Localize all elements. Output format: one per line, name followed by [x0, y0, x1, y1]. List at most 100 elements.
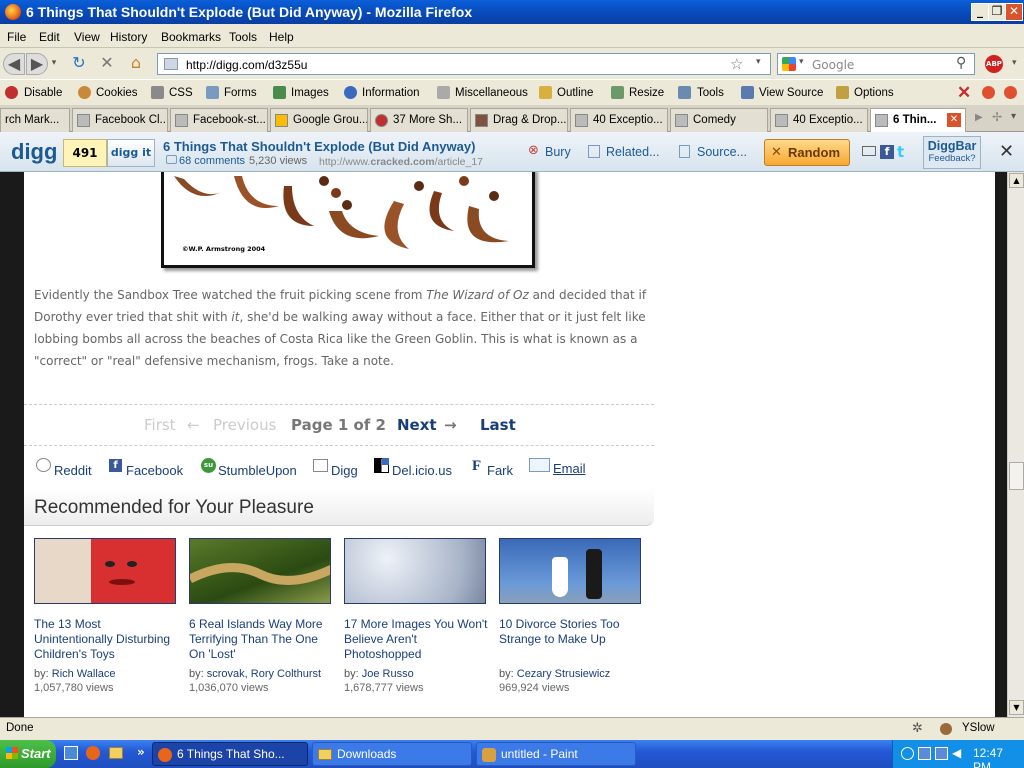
email-icon[interactable]	[529, 458, 550, 472]
recommended-title-4[interactable]: 10 Divorce Stories Too Strange to Make U…	[499, 617, 644, 647]
tab-1[interactable]: rch Mark...	[0, 108, 70, 132]
comments-link[interactable]: 68 comments	[179, 155, 245, 167]
recommended-thumb-3[interactable]	[344, 538, 486, 604]
recommended-thumb-4[interactable]	[499, 538, 641, 604]
dev-resize[interactable]: Resize	[629, 87, 664, 99]
dev-view-source[interactable]: View Source	[759, 87, 823, 99]
share-reddit[interactable]: Reddit	[54, 463, 92, 478]
taskbar-item-paint[interactable]: untitled - Paint	[476, 742, 636, 766]
tray-display-icon[interactable]	[935, 747, 948, 760]
dev-miscellaneous[interactable]: Miscellaneous	[455, 87, 528, 99]
stumbleupon-icon[interactable]: su	[201, 458, 216, 473]
tab-8[interactable]: Comedy	[670, 108, 768, 132]
forward-button[interactable]: ▶	[26, 53, 48, 75]
facebook-icon[interactable]: f	[109, 459, 122, 472]
menu-edit[interactable]: Edit	[39, 30, 60, 44]
story-title[interactable]: 6 Things That Shouldn't Explode (But Did…	[163, 139, 475, 154]
pager-next[interactable]: Next	[397, 416, 437, 434]
tray-clock-icon[interactable]	[901, 747, 914, 760]
tab-3[interactable]: Facebook-st...	[170, 108, 268, 132]
menu-view[interactable]: View	[74, 30, 100, 44]
quicklaunch-ie-icon[interactable]	[64, 746, 78, 760]
quicklaunch-overflow-icon[interactable]: »	[137, 745, 145, 759]
digg-icon[interactable]	[313, 459, 328, 472]
tab-2[interactable]: Facebook Cl...	[72, 108, 168, 132]
scroll-down-icon[interactable]: ▼	[1009, 700, 1024, 715]
recommended-thumb-1[interactable]	[34, 538, 176, 604]
menu-file[interactable]: File	[7, 30, 26, 44]
home-icon[interactable]: ⌂	[125, 53, 147, 75]
share-delicious[interactable]: Del.icio.us	[392, 463, 452, 478]
error-icon[interactable]	[982, 86, 995, 99]
minimize-button[interactable]: _	[971, 3, 989, 21]
history-dropdown[interactable]: ▾	[48, 53, 60, 75]
facebook-share-icon[interactable]: f	[880, 145, 894, 159]
dev-information[interactable]: Information	[362, 87, 420, 99]
tray-network-icon[interactable]	[918, 747, 931, 760]
dev-options[interactable]: Options	[854, 87, 894, 99]
dev-disable[interactable]: Disable	[24, 87, 62, 99]
dev-css[interactable]: CSS	[169, 87, 193, 99]
address-bar[interactable]: http://digg.com/d3z55u ☆ ▾	[157, 53, 771, 75]
yslow-icon[interactable]	[940, 723, 952, 735]
taskbar-item-downloads[interactable]: Downloads	[312, 742, 472, 766]
dev-outline[interactable]: Outline	[557, 87, 593, 99]
yslow-label[interactable]: YSlow	[962, 722, 995, 734]
close-diggbar-icon[interactable]: ✕	[999, 141, 1014, 162]
diggbar-feedback[interactable]: DiggBar Feedback?	[923, 136, 981, 169]
scroll-up-icon[interactable]: ▲	[1009, 173, 1024, 188]
tab-6[interactable]: Drag & Drop...	[470, 108, 568, 132]
related-button[interactable]: Related...	[606, 145, 660, 159]
menu-bookmarks[interactable]: Bookmarks	[161, 30, 221, 44]
tab-9[interactable]: 40 Exceptio...	[770, 108, 868, 132]
vertical-scrollbar[interactable]: ▲ ▼	[1007, 172, 1024, 717]
url-dropdown-icon[interactable]: ▾	[756, 57, 761, 67]
stop-icon[interactable]: ✕	[96, 53, 118, 75]
recommended-title-3[interactable]: 17 More Images You Won't Believe Aren't …	[344, 617, 489, 662]
restore-button[interactable]: ❐	[988, 3, 1006, 21]
reddit-icon[interactable]	[36, 458, 51, 472]
search-icon[interactable]: ⚲	[956, 55, 966, 71]
scroll-thumb[interactable]	[1009, 462, 1024, 490]
adblock-icon[interactable]: ABP	[985, 55, 1003, 73]
search-box[interactable]: ▾ Google ⚲	[777, 53, 975, 75]
fark-icon[interactable]: F	[472, 458, 481, 475]
new-tab-icon[interactable]: ✢	[992, 110, 1002, 124]
tab-5[interactable]: 37 More Sh...	[370, 108, 468, 132]
adblock-dropdown-icon[interactable]: ▾	[1012, 58, 1017, 68]
source-button[interactable]: Source...	[697, 145, 747, 159]
dev-cookies[interactable]: Cookies	[96, 87, 138, 99]
recommended-thumb-2[interactable]	[189, 538, 331, 604]
random-button[interactable]: ✕ Random	[764, 139, 850, 166]
digg-logo[interactable]: digg	[11, 139, 57, 165]
menu-help[interactable]: Help	[269, 30, 294, 44]
tab-active[interactable]: 6 Thin... ✕	[870, 108, 966, 132]
dev-tools[interactable]: Tools	[697, 87, 724, 99]
digg-it-button[interactable]: digg it	[107, 139, 155, 167]
search-engine-dropdown-icon[interactable]: ▾	[799, 57, 804, 67]
bury-button[interactable]: Bury	[545, 145, 571, 159]
reload-icon[interactable]: ↻	[68, 53, 90, 75]
tab-list-icon[interactable]: ▾	[1011, 111, 1016, 122]
bookmark-star-icon[interactable]: ☆	[730, 55, 743, 73]
source-url[interactable]: http://www.cracked.com/article_17	[319, 156, 499, 168]
tab-4[interactable]: Google Grou...	[270, 108, 368, 132]
menu-tools[interactable]: Tools	[229, 30, 257, 44]
close-tab-icon[interactable]: ✕	[947, 113, 961, 127]
dev-images[interactable]: Images	[291, 87, 329, 99]
share-email[interactable]: Email	[553, 461, 586, 476]
recommended-title-1[interactable]: The 13 Most Unintentionally Disturbing C…	[34, 617, 179, 662]
share-stumbleupon[interactable]: StumbleUpon	[218, 463, 297, 478]
google-icon[interactable]	[782, 57, 796, 71]
warning-icon[interactable]	[1004, 86, 1017, 99]
tray-volume-icon[interactable]: ◀	[952, 746, 961, 760]
dev-forms[interactable]: Forms	[224, 87, 257, 99]
close-toolbar-icon[interactable]: ✕	[957, 83, 971, 103]
recommended-title-2[interactable]: 6 Real Islands Way More Terrifying Than …	[189, 617, 334, 662]
start-button[interactable]: Start	[0, 740, 56, 768]
menu-history[interactable]: History	[110, 30, 147, 44]
tab-7[interactable]: 40 Exceptio...	[570, 108, 668, 132]
firebug-icon[interactable]: ✲	[912, 721, 923, 736]
quicklaunch-folder-icon[interactable]	[109, 747, 123, 759]
twitter-share-icon[interactable]: t	[897, 143, 904, 161]
